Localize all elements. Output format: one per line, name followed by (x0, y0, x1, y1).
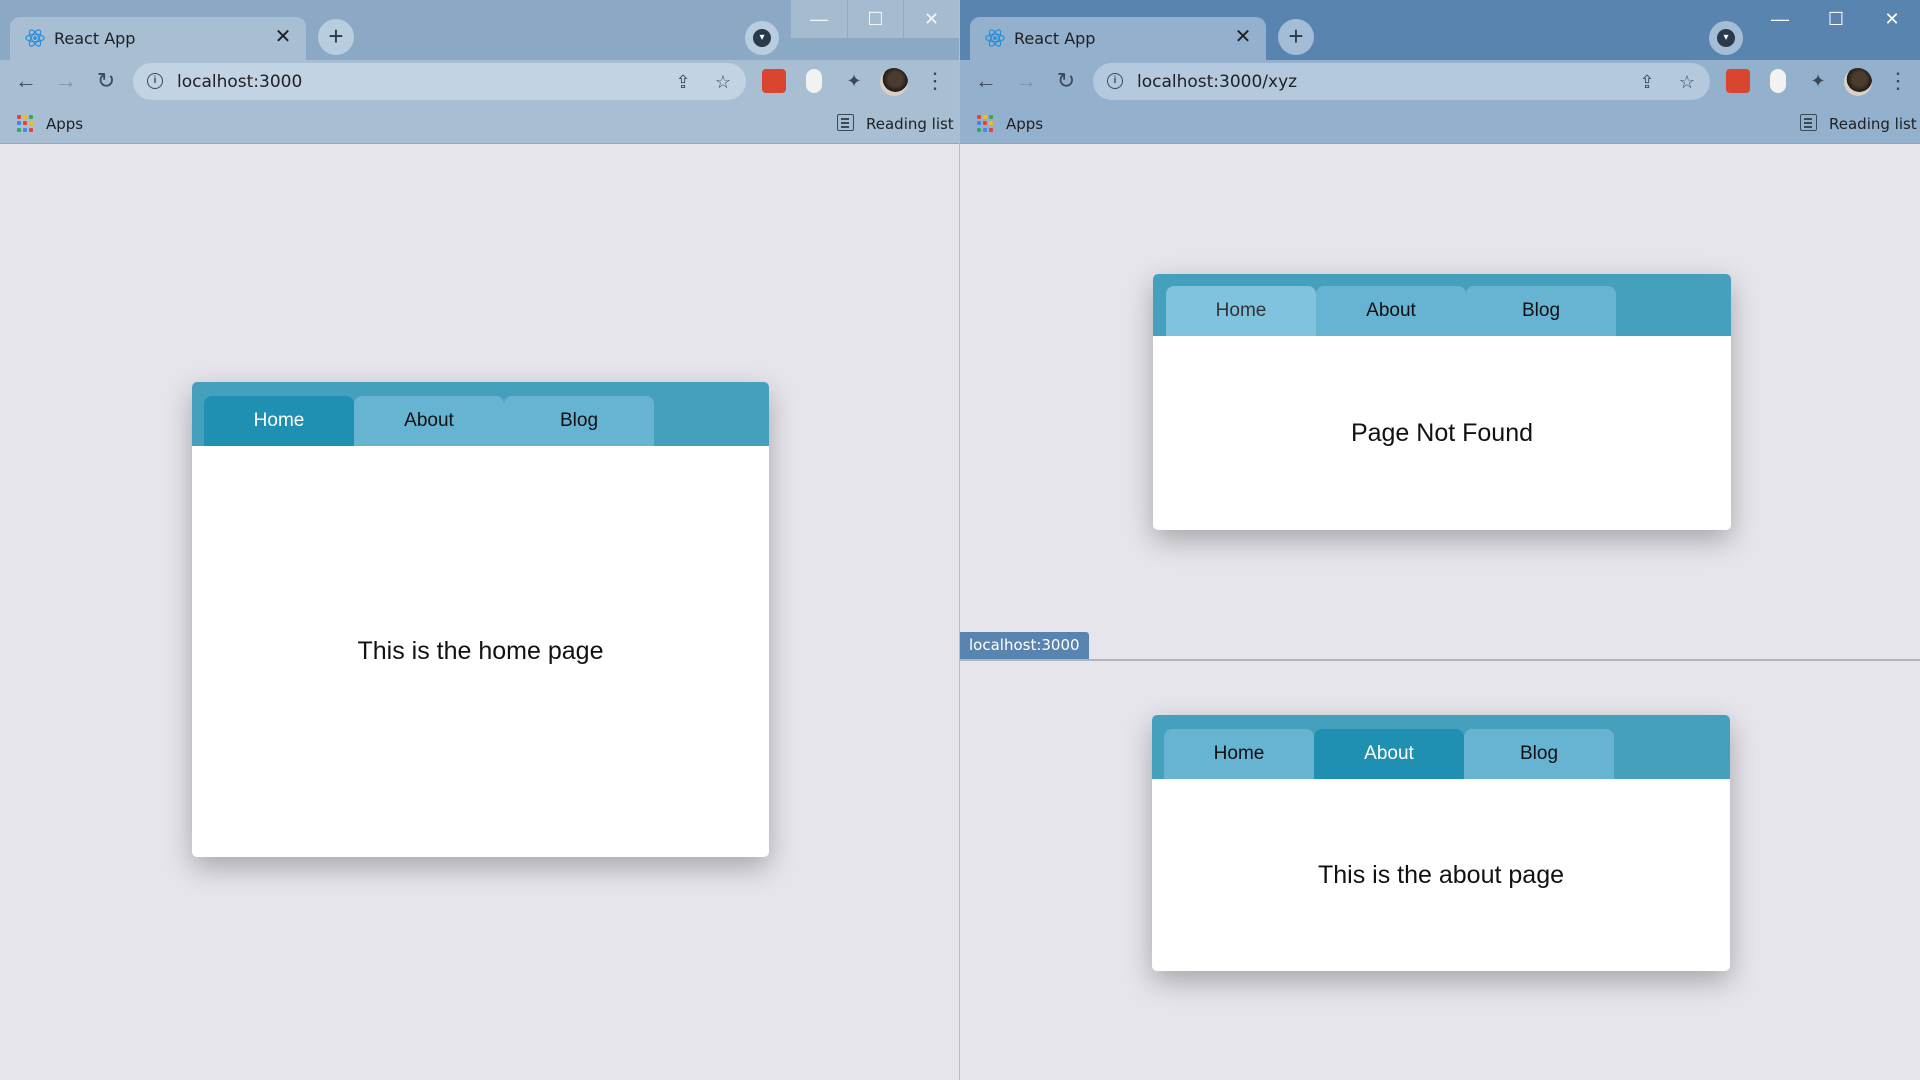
browser-tab-react-app[interactable]: React App ✕ (10, 17, 306, 60)
card-tab-bar: Home About Blog (1153, 274, 1731, 336)
extension-icon-red[interactable] (1726, 69, 1750, 93)
star-icon[interactable]: ☆ (1675, 70, 1699, 94)
reading-list-button[interactable]: Reading list (1829, 115, 1917, 133)
window-controls: — ☐ ✕ (1752, 0, 1920, 38)
tab-blog[interactable]: Blog (1466, 286, 1616, 336)
extension-icon-orange[interactable] (806, 69, 822, 93)
apps-bookmark[interactable]: Apps (46, 115, 83, 133)
tab-close-icon[interactable]: ✕ (1232, 26, 1254, 48)
page-viewport: Home About Blog This is the home page (0, 145, 959, 1080)
back-icon[interactable]: ← (11, 66, 41, 96)
browser-tab-react-app[interactable]: React App ✕ (970, 17, 1266, 60)
back-icon[interactable]: ← (971, 66, 1001, 96)
reload-icon[interactable]: ↻ (91, 66, 121, 96)
reading-list-button[interactable]: Reading list (866, 115, 954, 133)
apps-icon[interactable] (17, 115, 34, 132)
tab-search-button[interactable]: ▾ (1709, 21, 1743, 55)
tabs-card: Home About Blog Page Not Found (1153, 274, 1731, 530)
apps-icon[interactable] (977, 115, 994, 132)
address-bar[interactable]: i localhost:3000 ⇪ ☆ (133, 63, 746, 100)
tab-strip: React App ✕ + ▾ — ☐ ✕ (960, 0, 1920, 60)
card-content: This is the about page (1152, 779, 1730, 971)
tab-blog[interactable]: Blog (1464, 729, 1614, 779)
tab-strip: React App ✕ + ▾ — ☐ ✕ (0, 0, 959, 60)
browser-window-bottom: Home About Blog This is the about page (960, 661, 1920, 1080)
address-bar[interactable]: i localhost:3000/xyz ⇪ ☆ (1093, 63, 1710, 100)
browser-toolbar: ← → ↻ i localhost:3000 ⇪ ☆ ✦ ⋮ (0, 60, 959, 102)
react-icon (985, 29, 1005, 47)
maximize-button[interactable]: ☐ (1808, 0, 1864, 38)
extension-icon-red[interactable] (762, 69, 786, 93)
browser-window-left: React App ✕ + ▾ — ☐ ✕ ← → ↻ i localhost:… (0, 0, 959, 1080)
menu-icon[interactable]: ⋮ (924, 67, 946, 95)
window-controls: — ☐ ✕ (791, 0, 959, 38)
share-icon[interactable]: ⇪ (1635, 70, 1659, 94)
chevron-down-icon: ▾ (753, 29, 771, 47)
reload-icon[interactable]: ↻ (1051, 66, 1081, 96)
tab-about[interactable]: About (1314, 729, 1464, 779)
reading-list-icon[interactable] (1800, 114, 1817, 131)
tabs-card: Home About Blog This is the about page (1152, 715, 1730, 971)
new-tab-button[interactable]: + (1278, 19, 1314, 55)
address-url[interactable]: localhost:3000/xyz (1137, 72, 1297, 92)
link-status-bubble: localhost:3000 (960, 632, 1089, 659)
extension-icon-orange[interactable] (1770, 69, 1786, 93)
new-tab-button[interactable]: + (318, 19, 354, 55)
card-content: Page Not Found (1153, 336, 1731, 530)
info-icon[interactable]: i (1107, 73, 1123, 89)
browser-window-right: React App ✕ + ▾ — ☐ ✕ ← → ↻ i localhost:… (960, 0, 1920, 660)
chevron-down-icon: ▾ (1717, 29, 1735, 47)
close-window-button[interactable]: ✕ (903, 0, 959, 38)
tab-about[interactable]: About (354, 396, 504, 446)
maximize-button[interactable]: ☐ (847, 0, 903, 38)
browser-toolbar: ← → ↻ i localhost:3000/xyz ⇪ ☆ ✦ ⋮ (960, 60, 1920, 102)
avatar[interactable] (880, 68, 908, 96)
address-url[interactable]: localhost:3000 (177, 72, 302, 92)
tab-title: React App (1014, 29, 1096, 48)
tab-about[interactable]: About (1316, 286, 1466, 336)
info-icon[interactable]: i (147, 73, 163, 89)
star-icon[interactable]: ☆ (711, 70, 735, 94)
tab-blog[interactable]: Blog (504, 396, 654, 446)
tab-title: React App (54, 29, 136, 48)
react-icon (25, 29, 45, 47)
page-content-text: This is the about page (1318, 860, 1564, 889)
tab-search-button[interactable]: ▾ (745, 21, 779, 55)
page-content-text: Page Not Found (1350, 418, 1534, 447)
forward-icon[interactable]: → (1011, 66, 1041, 96)
forward-icon[interactable]: → (51, 66, 81, 96)
card-content: This is the home page (192, 446, 769, 857)
reading-list-icon[interactable] (837, 114, 854, 131)
tabs-card: Home About Blog This is the home page (192, 382, 769, 857)
minimize-button[interactable]: — (1752, 0, 1808, 38)
menu-icon[interactable]: ⋮ (1887, 67, 1909, 95)
page-content-text: This is the home page (357, 637, 604, 665)
card-tab-bar: Home About Blog (1152, 715, 1730, 779)
extensions-icon[interactable]: ✦ (1806, 69, 1830, 93)
minimize-button[interactable]: — (791, 0, 847, 38)
extensions-icon[interactable]: ✦ (842, 69, 866, 93)
share-icon[interactable]: ⇪ (671, 70, 695, 94)
bookmarks-bar: Apps Reading list (0, 102, 959, 144)
avatar[interactable] (1844, 68, 1872, 96)
tab-home[interactable]: Home (1164, 729, 1314, 779)
tab-home[interactable]: Home (1166, 286, 1316, 336)
tab-home[interactable]: Home (204, 396, 354, 446)
apps-bookmark[interactable]: Apps (1006, 115, 1043, 133)
bookmarks-bar: Apps Reading list (960, 102, 1920, 144)
page-viewport: Home About Blog Page Not Found (960, 145, 1920, 660)
close-window-button[interactable]: ✕ (1864, 0, 1920, 38)
tab-close-icon[interactable]: ✕ (272, 26, 294, 48)
card-tab-bar: Home About Blog (192, 382, 769, 446)
